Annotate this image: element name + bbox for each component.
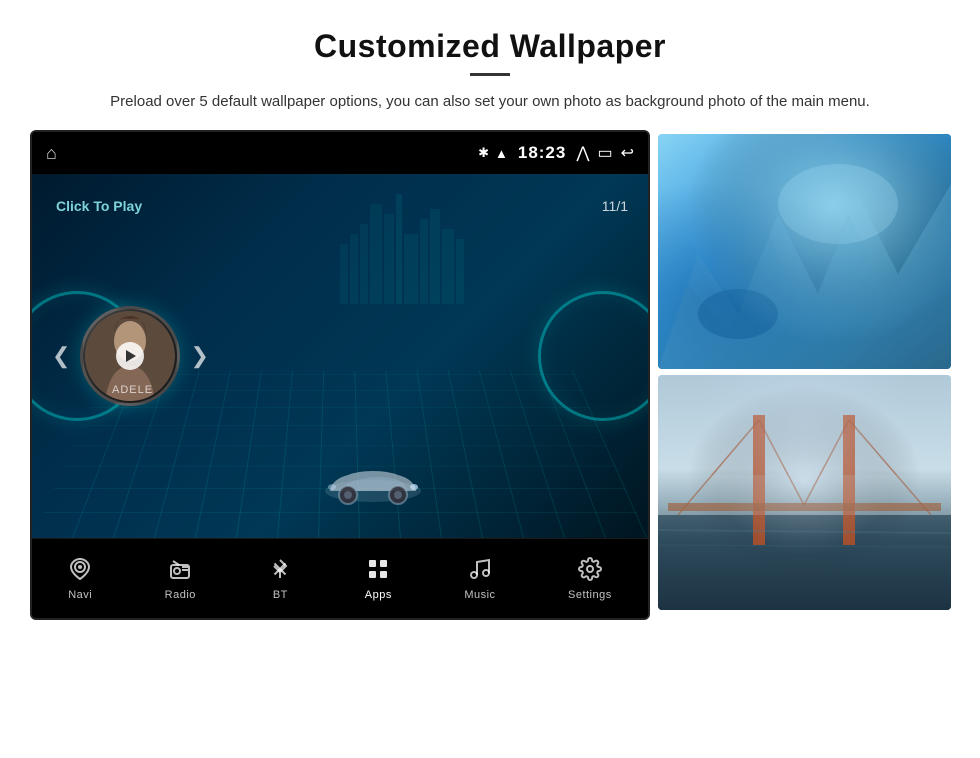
wallpaper-thumb-bridge[interactable] (658, 375, 951, 610)
album-label: ADELE (112, 384, 153, 396)
status-icons: ✱ ▲ (478, 145, 508, 161)
nav-rect-icon: ▭ (597, 143, 612, 163)
page-title: Customized Wallpaper (60, 28, 920, 65)
time-display: 18:23 (518, 143, 566, 163)
bluetooth-icon: ✱ (478, 145, 489, 161)
car-visual (318, 453, 428, 508)
skyline-icon (300, 184, 500, 304)
home-icon: ⌂ (46, 143, 57, 163)
bridge-wallpaper-art (658, 375, 951, 610)
click-to-play-label: Click To Play (56, 198, 142, 214)
nav-item-navi[interactable]: Navi (68, 557, 92, 601)
apps-icon (366, 557, 390, 585)
wallpaper-thumb-ice[interactable] (658, 134, 951, 369)
bottom-navigation: Navi Radio (32, 538, 648, 618)
nav-icons: ⋀ ▭ ↩ (576, 143, 634, 163)
nav-item-apps[interactable]: Apps (365, 557, 392, 601)
nav-item-music[interactable]: Music (464, 557, 495, 601)
ice-wallpaper-art (658, 134, 951, 369)
nav-item-radio[interactable]: Radio (165, 557, 196, 601)
wallpaper-thumbnails (650, 130, 945, 610)
nav-item-settings[interactable]: Settings (568, 557, 612, 601)
radio-label: Radio (165, 589, 196, 601)
page-subtitle: Preload over 5 default wallpaper options… (110, 90, 870, 114)
car-ui-screen: ⌂ ✱ ▲ 18:23 ⋀ ▭ ↩ (30, 130, 650, 620)
nav-back-icon: ↩ (621, 143, 634, 163)
bt-icon (268, 557, 292, 585)
content-area: ⌂ ✱ ▲ 18:23 ⋀ ▭ ↩ (0, 130, 980, 758)
title-section: Customized Wallpaper Preload over 5 defa… (0, 0, 980, 130)
screen-background: Click To Play 11/1 ❮ (32, 174, 648, 538)
prev-arrow[interactable]: ❮ (52, 343, 70, 369)
play-triangle-icon (126, 350, 136, 362)
navi-label: Navi (68, 589, 92, 601)
radio-icon (168, 557, 192, 585)
album-art-area: ❮ ❯ ADELE (52, 306, 209, 406)
date-display: 11/1 (602, 198, 628, 214)
status-bar-right: ✱ ▲ 18:23 ⋀ ▭ ↩ (478, 143, 634, 163)
apps-label: Apps (365, 589, 392, 601)
next-arrow[interactable]: ❯ (190, 343, 208, 369)
settings-icon (578, 557, 602, 585)
signal-icon: ▲ (495, 146, 508, 161)
bt-label: BT (273, 589, 288, 601)
status-bar: ⌂ ✱ ▲ 18:23 ⋀ ▭ ↩ (32, 132, 648, 174)
navi-icon (68, 557, 92, 585)
status-bar-left: ⌂ (46, 143, 57, 164)
music-icon (468, 557, 492, 585)
nav-item-bt[interactable]: BT (268, 557, 292, 601)
nav-up-icon: ⋀ (576, 143, 589, 163)
title-divider (470, 73, 510, 76)
settings-label: Settings (568, 589, 612, 601)
music-label: Music (464, 589, 495, 601)
